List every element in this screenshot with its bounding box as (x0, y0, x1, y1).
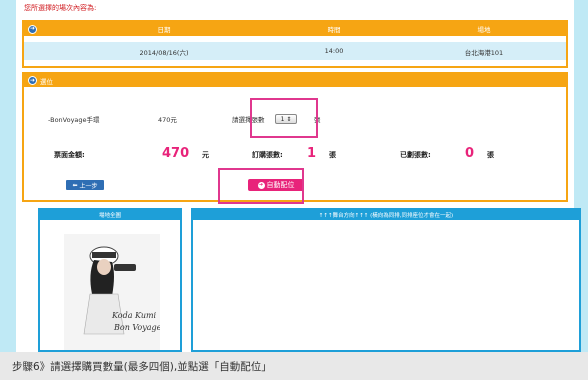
seat-header: ➜ 選位 (24, 74, 566, 87)
session-panel: ➜ 日期 時間 場地 2014/08/16(六) 14:00 台北海港101 (22, 20, 568, 68)
assigned-label: 已劃張數: (400, 151, 431, 159)
ordered-label: 訂購張數: (252, 151, 283, 159)
session-date: 2014/08/16(六) (139, 49, 189, 57)
step-caption: 步驟6》請選擇購買數量(最多四個),並點選「自動配位」 (0, 352, 588, 380)
session-row: 2014/08/16(六) 14:00 台北海港101 (24, 42, 566, 60)
concert-poster-image: Koda Kumi Bon Voyage (64, 234, 160, 350)
assigned-value: 0 (465, 146, 475, 161)
header-venue: 場地 (477, 26, 491, 34)
ticket-name: -BonVoyage手環 (48, 116, 100, 124)
direction-title: ↑↑↑舞台方向↑↑↑ (橫向為同排,同排座位才會在一起) (193, 210, 579, 220)
session-time: 14:00 (324, 47, 344, 55)
highlight-quantity (250, 98, 318, 138)
total-label: 票面金額: (54, 151, 85, 159)
arrow-right-icon: ➜ (28, 76, 37, 85)
assigned-unit: 張 (487, 151, 494, 159)
header-date: 日期 (157, 26, 171, 34)
session-header: ➜ 日期 時間 場地 (24, 22, 566, 36)
session-venue: 台北海港101 (464, 49, 504, 57)
highlight-auto-assign (218, 168, 304, 204)
seat-direction-panel: ↑↑↑舞台方向↑↑↑ (橫向為同排,同排座位才會在一起) (191, 208, 581, 352)
total-value: 470 (162, 146, 190, 161)
back-label: 上一步 (79, 182, 98, 190)
map-title: 場地全圖 (40, 210, 180, 220)
poster-line2: Bon Voyage (113, 323, 160, 332)
ordered-unit: 張 (329, 151, 336, 159)
back-button[interactable]: ⬅ 上一步 (66, 180, 104, 190)
header-time: 時間 (327, 26, 341, 34)
poster-line1: Koda Kumi (111, 311, 157, 320)
ordered-value: 1 (307, 146, 317, 161)
seat-title: 選位 (40, 77, 53, 86)
back-arrow-icon: ⬅ (72, 181, 80, 189)
selection-note: 您所選擇的場次內容為: (24, 4, 97, 12)
arrow-right-icon: ➜ (28, 24, 37, 34)
total-unit: 元 (202, 151, 209, 159)
ticket-price: 470元 (158, 116, 177, 124)
venue-map-panel: 場地全圖 Koda Kumi Bon Voyage (38, 208, 182, 352)
